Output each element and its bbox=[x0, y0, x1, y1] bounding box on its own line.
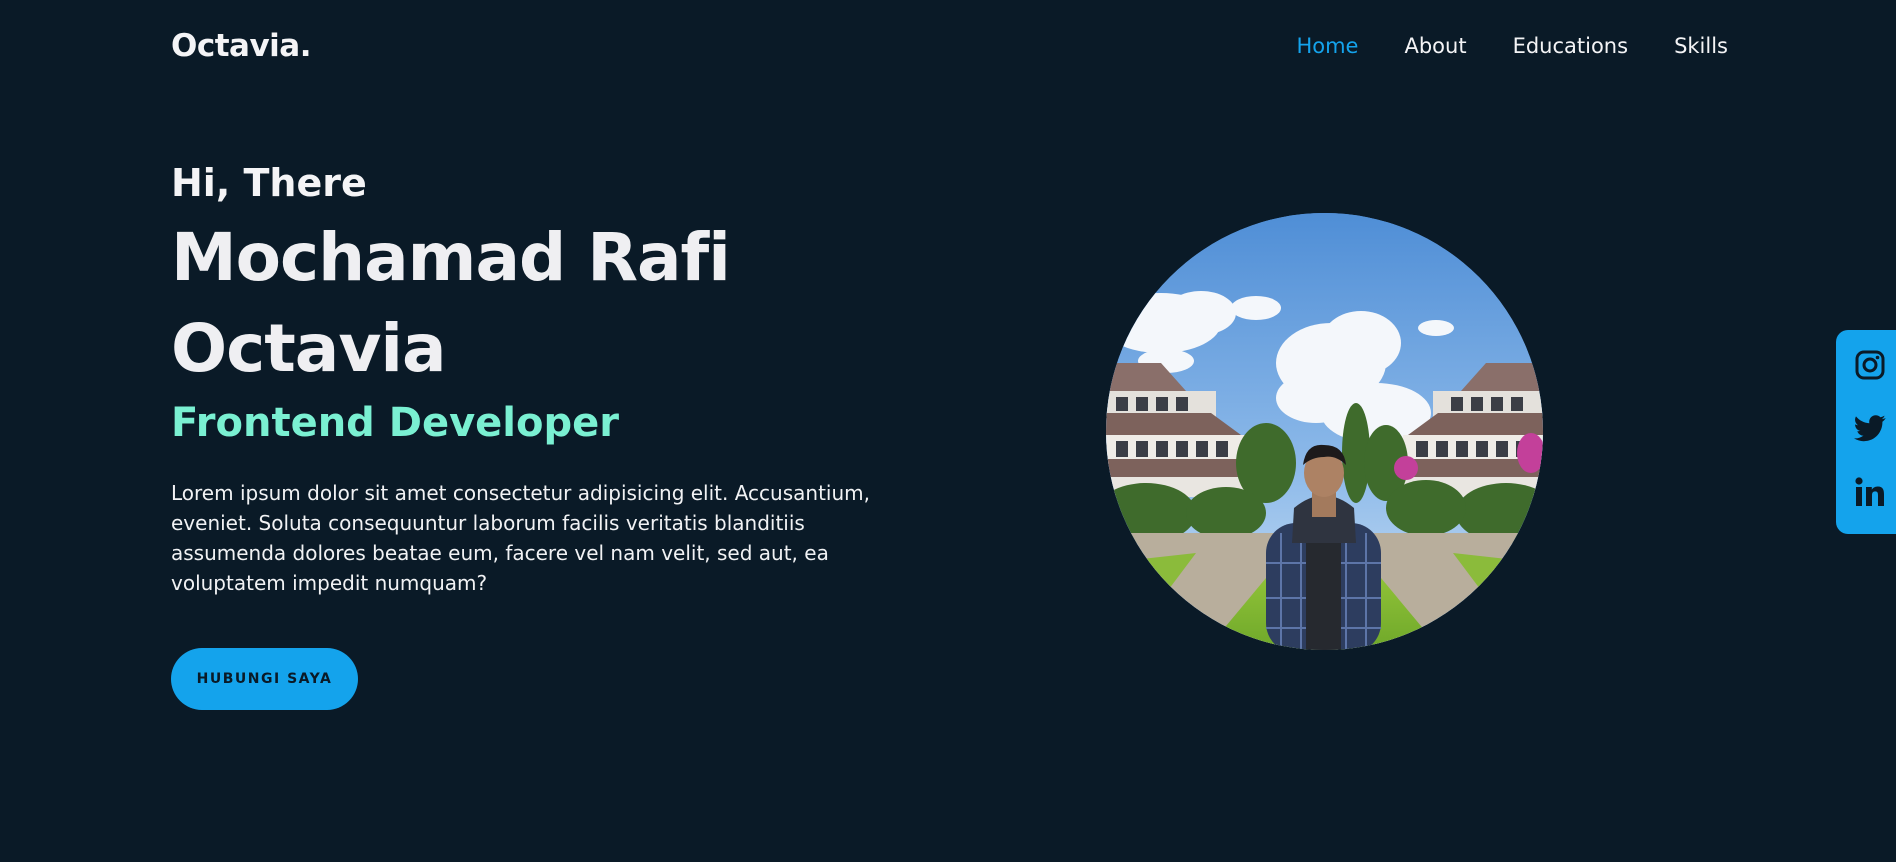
nav-link-skills[interactable]: Skills bbox=[1674, 30, 1728, 62]
nav-link-home[interactable]: Home bbox=[1296, 30, 1358, 62]
hero-role: Frontend Developer bbox=[171, 400, 619, 446]
nav-link-about[interactable]: About bbox=[1404, 30, 1466, 62]
twitter-icon[interactable] bbox=[1854, 412, 1886, 444]
linkedin-icon[interactable] bbox=[1854, 476, 1886, 508]
instagram-icon[interactable] bbox=[1854, 349, 1886, 381]
hero-description: Lorem ipsum dolor sit amet consectetur a… bbox=[171, 481, 870, 595]
main-nav: Home About Educations Skills bbox=[1296, 30, 1728, 62]
site-logo[interactable]: Octavia. bbox=[171, 26, 312, 66]
social-links bbox=[1836, 330, 1896, 534]
hero-greeting: Hi, There bbox=[171, 161, 367, 205]
contact-button[interactable]: HUBUNGI SAYA bbox=[171, 648, 358, 710]
site-header: Octavia. Home About Educations Skills bbox=[0, 0, 1896, 92]
hero-name: Mochamad Rafi Octavia bbox=[171, 219, 731, 387]
nav-link-educations[interactable]: Educations bbox=[1513, 30, 1629, 62]
profile-photo bbox=[1106, 213, 1543, 650]
